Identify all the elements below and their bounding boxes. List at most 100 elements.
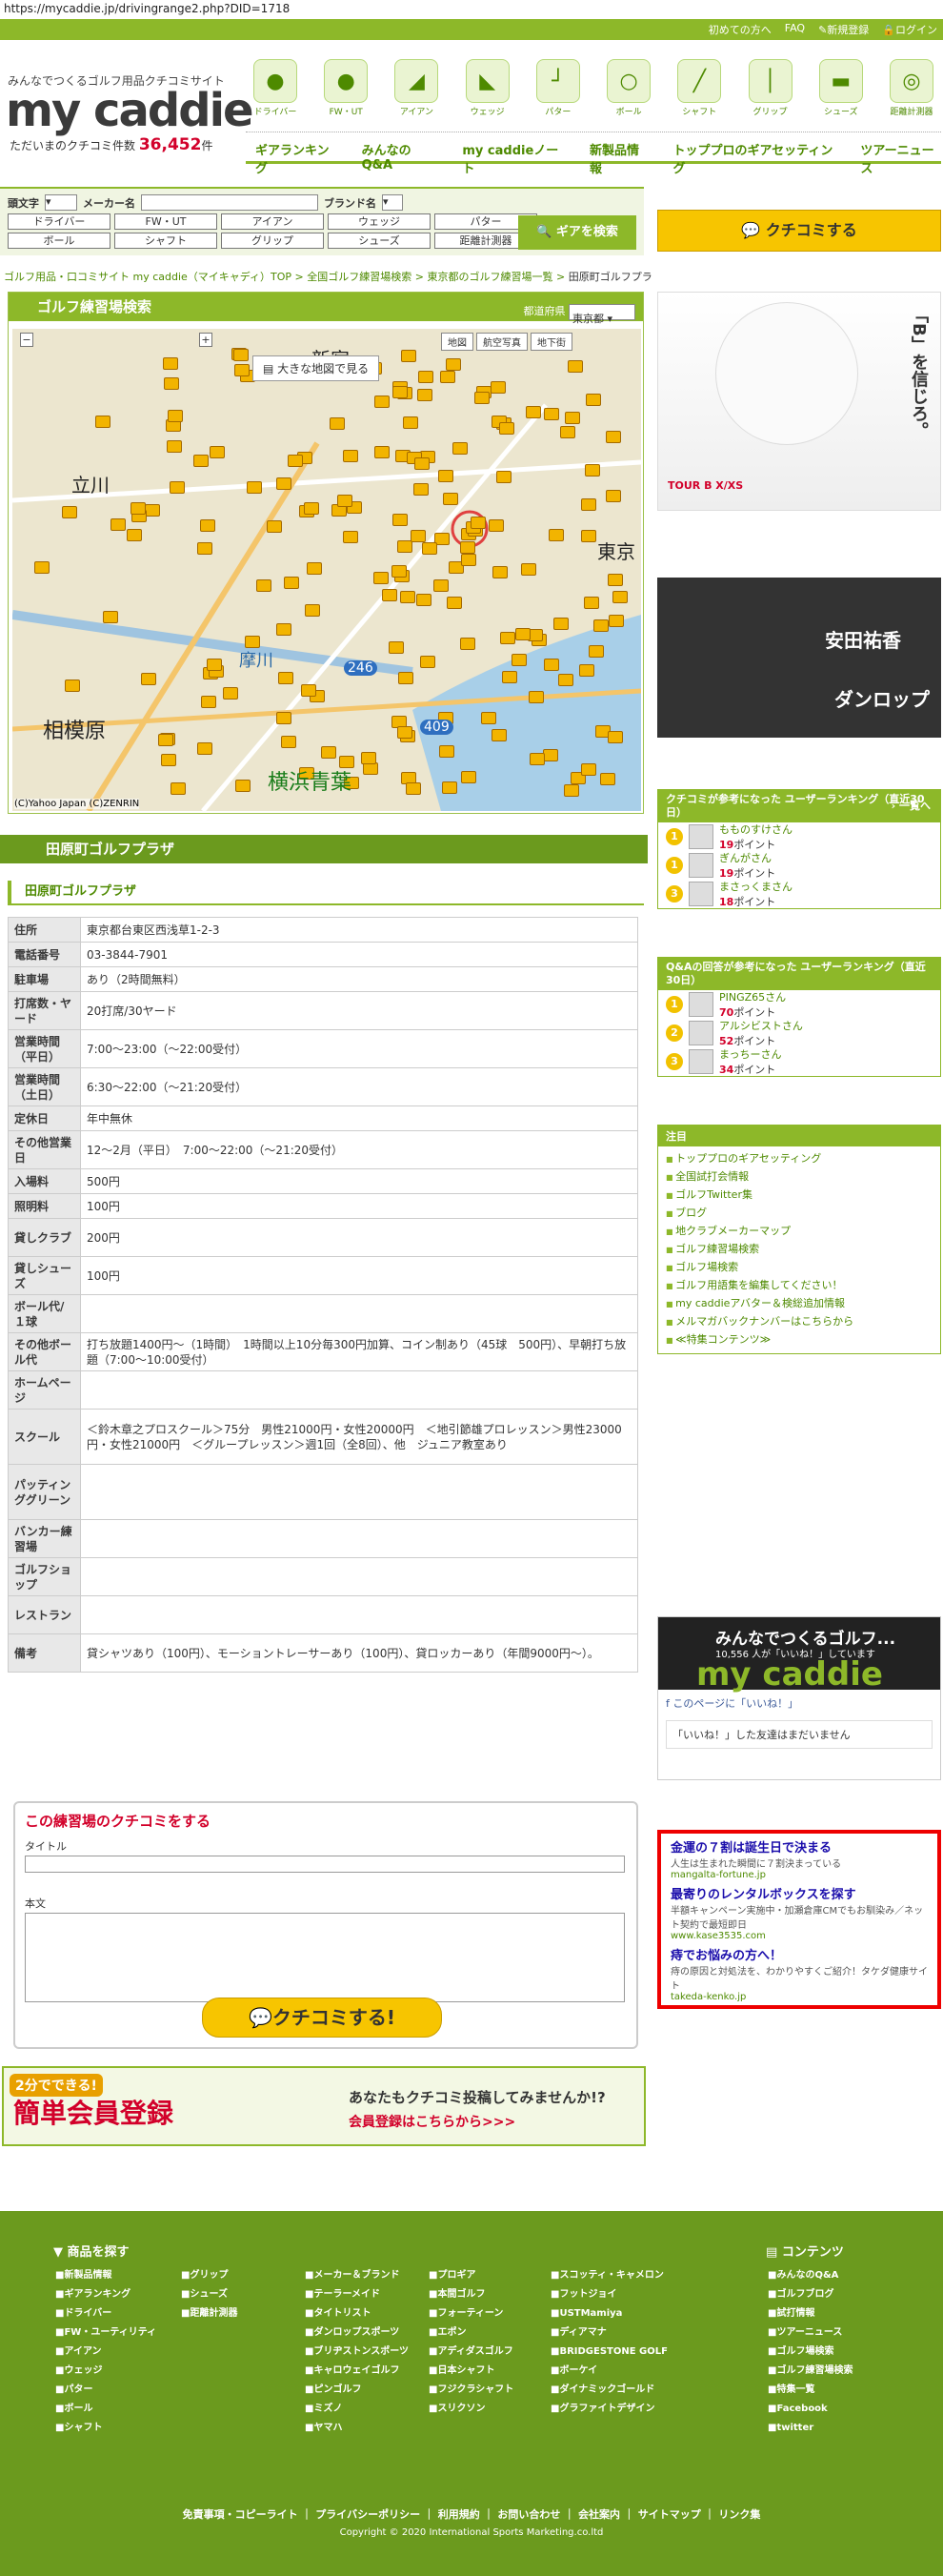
range-marker-icon[interactable]	[373, 396, 390, 409]
range-marker-icon[interactable]	[397, 540, 413, 554]
footer-link[interactable]: テーラーメイド	[305, 2285, 409, 2304]
ranking-row[interactable]: 2 アルシビストさん 52ポイント	[658, 1019, 940, 1047]
range-marker-icon[interactable]	[543, 748, 559, 761]
category-wedge[interactable]: ◣ ウェッジ	[458, 59, 517, 117]
range-marker-icon[interactable]	[496, 471, 512, 484]
notice-link[interactable]: ゴルフTwitter集	[666, 1187, 933, 1205]
range-marker-icon[interactable]	[580, 530, 596, 543]
range-marker-icon[interactable]	[169, 481, 185, 495]
range-marker-icon[interactable]	[437, 470, 453, 483]
footer-link[interactable]: ゴルフブログ	[768, 2285, 853, 2304]
ranking-more-link[interactable]: › 一覧へ	[892, 800, 931, 813]
nav-tour-news[interactable]: ツアーニュース	[860, 140, 941, 176]
ad-title[interactable]: 痔でお悩みの方へ！	[671, 1945, 928, 1963]
range-marker-icon[interactable]	[528, 690, 544, 703]
range-marker-icon[interactable]	[586, 394, 602, 407]
footer-link[interactable]: グリップ	[181, 2266, 237, 2285]
footer-link[interactable]: ゴルフ場検索	[768, 2343, 853, 2362]
footer-link[interactable]: フジクラシャフト	[429, 2381, 513, 2400]
range-marker-icon[interactable]	[201, 695, 217, 708]
footer-link[interactable]: ピンゴルフ	[305, 2381, 409, 2400]
range-marker-icon[interactable]	[110, 517, 127, 531]
range-marker-icon[interactable]	[321, 745, 337, 759]
footer-link[interactable]: 本間ゴルフ	[429, 2285, 513, 2304]
range-marker-icon[interactable]	[61, 505, 77, 518]
range-marker-icon[interactable]	[600, 773, 616, 786]
notice-link[interactable]: ブログ	[666, 1205, 933, 1223]
footer-link[interactable]: 特集一覧	[768, 2381, 853, 2400]
range-marker-icon[interactable]	[396, 726, 412, 740]
range-marker-icon[interactable]	[452, 442, 469, 456]
ad-title[interactable]: 金運の７割は誕生日で決まる	[671, 1837, 928, 1856]
footer-link[interactable]: 距離計測器	[181, 2304, 237, 2323]
range-marker-icon[interactable]	[416, 593, 432, 606]
footer-link[interactable]: ゴルフ練習場検索	[768, 2362, 853, 2381]
range-marker-icon[interactable]	[470, 516, 486, 529]
notice-link[interactable]: トッププロのギアセッティング	[666, 1150, 933, 1168]
range-marker-icon[interactable]	[275, 477, 291, 491]
fb-like-button[interactable]: f このページに「いいね！」	[666, 1695, 933, 1711]
ad-dunlop[interactable]: 安田祐香 ダンロップ	[657, 578, 941, 738]
breadcrumb-tokyo[interactable]: 東京都のゴルフ練習場一覧	[427, 271, 552, 283]
range-marker-icon[interactable]	[460, 553, 476, 566]
category-shaft[interactable]: ╱ シャフト	[670, 59, 729, 117]
ranking-user-name[interactable]: アルシビストさん	[719, 1018, 803, 1033]
footer-link[interactable]: パター	[55, 2381, 156, 2400]
category-driver[interactable]: ● ドライバー	[246, 59, 305, 117]
search-grip-button[interactable]: グリップ	[221, 233, 324, 249]
map-canvas[interactable]: 立川 相模原 横浜青葉 新宿 東京 摩川 246 409 − + ▤ 大きな地図…	[12, 329, 641, 811]
range-marker-icon[interactable]	[488, 519, 504, 533]
nav-qa[interactable]: みんなのQ&A	[362, 140, 438, 172]
range-marker-icon[interactable]	[502, 671, 518, 684]
notice-link[interactable]: ゴルフ練習場検索	[666, 1241, 933, 1259]
range-marker-icon[interactable]	[405, 781, 421, 795]
footer-link[interactable]: BRIDGESTONE GOLF	[551, 2343, 668, 2362]
range-marker-icon[interactable]	[525, 405, 541, 418]
review-body-textarea[interactable]	[25, 1913, 625, 2002]
footer-link[interactable]: FW・ユーティリティ	[55, 2323, 156, 2343]
search-iron-button[interactable]: アイアン	[221, 213, 324, 230]
footer-link[interactable]: twitter	[768, 2419, 853, 2438]
range-marker-icon[interactable]	[235, 780, 251, 793]
nav-new-products[interactable]: 新製品情報	[590, 140, 648, 176]
range-marker-icon[interactable]	[549, 528, 565, 541]
notice-link[interactable]: 全国試打会情報	[666, 1168, 933, 1187]
footer-link[interactable]: USTMamiya	[551, 2304, 668, 2323]
range-marker-icon[interactable]	[330, 417, 346, 431]
footer-link[interactable]: シューズ	[181, 2285, 237, 2304]
range-marker-icon[interactable]	[498, 421, 514, 435]
kuchikomi-button[interactable]: 💬 クチコミする	[657, 210, 941, 252]
range-marker-icon[interactable]	[392, 385, 409, 398]
range-marker-icon[interactable]	[197, 542, 213, 556]
range-marker-icon[interactable]	[167, 439, 183, 453]
footer-link[interactable]: ヤマハ	[305, 2419, 409, 2438]
footer-link[interactable]: メーカー＆ブランド	[305, 2266, 409, 2285]
range-marker-icon[interactable]	[391, 565, 407, 578]
nav-gear-ranking[interactable]: ギアランキング	[255, 140, 337, 176]
range-marker-icon[interactable]	[306, 561, 322, 575]
range-marker-icon[interactable]	[500, 631, 516, 644]
footer-link[interactable]: フットジョイ	[551, 2285, 668, 2304]
range-marker-icon[interactable]	[232, 349, 249, 362]
range-marker-icon[interactable]	[206, 659, 222, 672]
range-marker-icon[interactable]	[256, 578, 272, 592]
range-marker-icon[interactable]	[266, 520, 282, 534]
range-marker-icon[interactable]	[412, 483, 429, 497]
range-marker-icon[interactable]	[141, 673, 157, 686]
footer-link[interactable]: ブリヂストンスポーツ	[305, 2343, 409, 2362]
address-bar[interactable]: https://mycaddie.jp/drivingrange2.php?DI…	[0, 0, 943, 19]
ranking-row[interactable]: 3 まさっくまさん 18ポイント	[658, 880, 940, 908]
nav-notes[interactable]: my caddieノート	[462, 140, 565, 176]
range-marker-icon[interactable]	[411, 529, 427, 542]
range-marker-icon[interactable]	[581, 498, 597, 512]
range-marker-icon[interactable]	[275, 622, 291, 636]
range-marker-icon[interactable]	[94, 416, 110, 429]
ranking-user-name[interactable]: まっちーさん	[719, 1046, 782, 1062]
range-marker-icon[interactable]	[372, 571, 389, 584]
range-marker-icon[interactable]	[102, 611, 118, 624]
notice-link[interactable]: ≪特集コンテンツ≫	[666, 1331, 933, 1349]
big-map-button[interactable]: ▤ 大きな地図で見る	[252, 355, 380, 381]
footer-link[interactable]: 試打情報	[768, 2304, 853, 2323]
range-marker-icon[interactable]	[588, 644, 604, 658]
breadcrumb-range-search[interactable]: 全国ゴルフ練習場検索	[307, 271, 411, 283]
